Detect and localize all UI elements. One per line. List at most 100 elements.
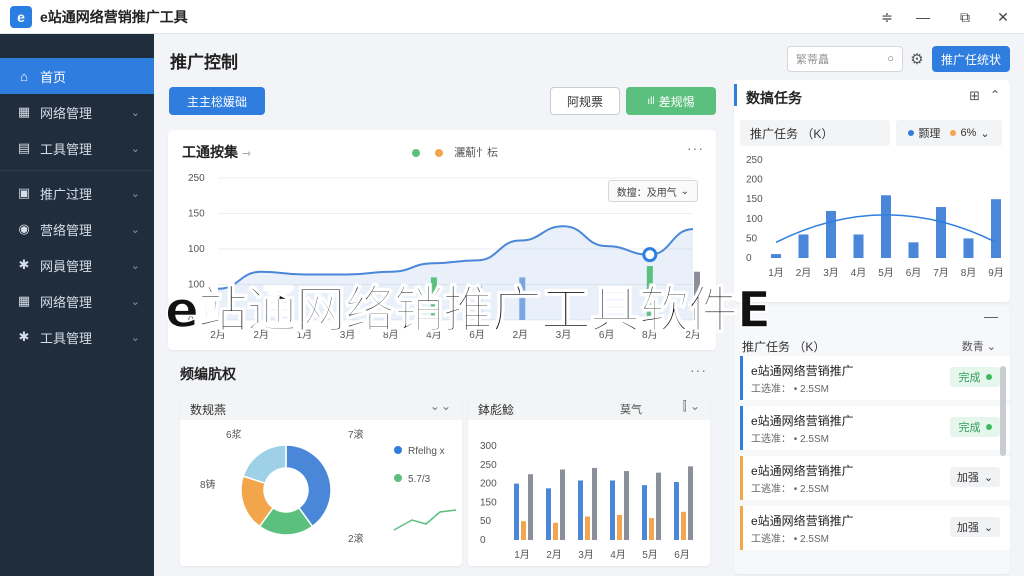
list-item-title: e站通网络营销推广 xyxy=(751,514,854,528)
bar xyxy=(585,516,590,540)
layout-icon[interactable]: ⊞ xyxy=(969,88,980,104)
sidebar-item-network[interactable]: ▦ 网络管理 ⌄ xyxy=(0,94,154,130)
list-item[interactable]: e站通网络营销推广 工逃准： • 2.5SM 加强 ⌄ xyxy=(740,506,1010,550)
chevron-down-icon: ⌄ xyxy=(130,223,140,236)
y-tick-label: 200 xyxy=(480,479,497,490)
more-options-icon[interactable]: ⌄⌄ xyxy=(430,399,452,413)
sort-label: 数青 xyxy=(961,341,984,353)
sidebar-item-label: 工具管理 xyxy=(40,141,93,157)
search-icon: ○ xyxy=(887,53,894,65)
status-dot-icon xyxy=(985,374,992,380)
y-tick-label: 250 xyxy=(188,173,205,184)
bar-chart-svg: 0 50 150 200 250 300 1月 2月 3月 4月 5月 6月 xyxy=(480,441,693,561)
sidebar-divider xyxy=(0,170,154,171)
legend-label: 颢理 xyxy=(918,128,941,140)
bar xyxy=(688,466,693,540)
x-tick-label: 5月 xyxy=(878,267,894,279)
bar xyxy=(546,488,551,540)
more-options-icon[interactable]: ··· xyxy=(690,362,707,378)
y-tick-label: 0 xyxy=(746,253,752,264)
legend-dot xyxy=(394,446,402,454)
bar xyxy=(853,234,864,258)
list-item-title: e站通网络营销推广 xyxy=(751,364,854,378)
bar xyxy=(681,511,686,540)
list-item-subtitle: 工逃准： • 2.5SM xyxy=(751,534,829,545)
status-badge[interactable]: 加强 ⌄ xyxy=(950,467,1000,487)
list-item[interactable]: e站通网络营销推广 工选准： • 2.5SM 完成 xyxy=(740,406,1010,450)
bar-card: 鉢彪鯰 莫气 ⫿ ⌄ 0 50 150 200 250 300 1月 2月 3月 4月 5月 6月 xyxy=(468,396,710,566)
y-tick-label: 50 xyxy=(746,233,758,244)
minimize-button[interactable]: — xyxy=(906,0,940,34)
x-tick-label: 4月 xyxy=(851,267,867,279)
list-item[interactable]: e站通网络营销推广 工选准： • 2.5SM 完成 xyxy=(740,356,1010,400)
x-tick-label: 3月 xyxy=(578,549,594,561)
promotion-task-button[interactable]: 推广任统状 xyxy=(932,46,1010,72)
primary-action-button[interactable]: 主主棇媛础 xyxy=(169,87,265,115)
legend-label: Rfelhg x xyxy=(408,446,445,457)
bar xyxy=(936,207,946,258)
chevron-up-icon[interactable]: ⌃ xyxy=(990,88,1000,102)
x-tick-label: 3月 xyxy=(823,267,839,279)
list-item-title: e站通网络营销推广 xyxy=(751,414,854,428)
task-legend[interactable]: 颢理 6% ⌄ xyxy=(896,120,1002,146)
chevron-down-icon[interactable]: ⫿ ⌄ xyxy=(683,399,700,414)
task-card-title: 数搞任务 xyxy=(746,90,802,106)
y-tick-label: 150 xyxy=(746,194,763,205)
pie-label: 8铸 xyxy=(200,478,216,491)
chevron-down-icon: ⌄ xyxy=(983,471,994,484)
status-badge[interactable]: 完成 xyxy=(950,417,1000,437)
donut-card-title: 数规燕 xyxy=(190,403,227,417)
document-icon: ▤ xyxy=(17,140,31,155)
bottom-section-title: 频编肮权 xyxy=(180,366,236,382)
y-tick-label: 50 xyxy=(480,516,492,527)
status-badge[interactable]: 完成 xyxy=(950,367,1000,387)
chevron-down-icon: ⌄ xyxy=(983,521,994,534)
task-filter[interactable]: 推广任务 （K） xyxy=(740,120,890,146)
sidebar-item-home[interactable]: ⌂ 首页 xyxy=(0,58,154,94)
bar xyxy=(656,472,661,540)
bar xyxy=(674,482,679,540)
collapse-icon[interactable]: — xyxy=(984,308,998,324)
sidebar-item-promotion[interactable]: ▣ 推广过理 ⌄ xyxy=(0,175,154,211)
bar xyxy=(826,210,836,258)
list-item[interactable]: e站通网络营销推广 工逃准： • 2.5SM 加强 ⌄ xyxy=(740,456,1010,500)
bar xyxy=(514,483,519,540)
search-input[interactable]: 繁蒂矗 ○ xyxy=(787,46,903,72)
window-menu-button[interactable]: ≑ xyxy=(870,0,904,34)
green-button-label: 差规惕 xyxy=(658,94,695,109)
settings-gear-icon[interactable]: ⚙ xyxy=(906,47,928,71)
pie-label: 2滚 xyxy=(348,532,364,545)
bar xyxy=(908,242,919,258)
list-item-subtitle: 工逃准： • 2.5SM xyxy=(751,484,829,495)
y-tick-label: 150 xyxy=(480,497,497,508)
list-item-subtitle: 工选准： • 2.5SM xyxy=(751,384,829,395)
task-list-sort[interactable]: 数青 ⌄ xyxy=(962,338,996,354)
sidebar-item-label: 网員管理 xyxy=(40,258,93,274)
close-button[interactable]: ✕ xyxy=(986,0,1020,34)
status-badge[interactable]: 加强 ⌄ xyxy=(950,517,1000,537)
sidebar-item-tools[interactable]: ▤ 工具管理 ⌄ xyxy=(0,130,154,166)
sidebar-item-tools-2[interactable]: ✱ 工具管理 ⌄ xyxy=(0,319,154,355)
sidebar-item-label: 首页 xyxy=(40,69,67,85)
secondary-action-button[interactable]: 阿规票 xyxy=(550,87,620,115)
pie-label: 7滚 xyxy=(348,428,364,441)
bar xyxy=(642,485,647,540)
x-tick-label: 4月 xyxy=(610,549,626,561)
title-bar: e e站通网络营销推广工具 ≑ — ⧉ ✕ xyxy=(0,0,1024,34)
bar xyxy=(592,467,597,540)
restore-button[interactable]: ⧉ xyxy=(948,0,982,34)
page-title: 推广控制 xyxy=(170,53,238,72)
bar xyxy=(624,471,629,540)
x-tick-label: 2月 xyxy=(796,267,812,279)
chevron-down-icon: ⌄ xyxy=(130,142,140,155)
list-item-title: e站通网络营销推广 xyxy=(751,464,854,478)
green-action-button[interactable]: ıll 差规惕 xyxy=(626,87,716,115)
sidebar-item-network-2[interactable]: ▦ 网络管理 ⌄ xyxy=(0,283,154,319)
gear-icon: ✱ xyxy=(18,257,30,272)
bar xyxy=(771,254,781,258)
scrollbar[interactable] xyxy=(1000,366,1006,456)
sidebar-item-members[interactable]: ✱ 网員管理 ⌄ xyxy=(0,247,154,283)
sidebar-item-marketing[interactable]: ◉ 营络管理 ⌄ xyxy=(0,211,154,247)
bar xyxy=(649,518,654,540)
x-tick-label: 7月 xyxy=(933,267,949,279)
